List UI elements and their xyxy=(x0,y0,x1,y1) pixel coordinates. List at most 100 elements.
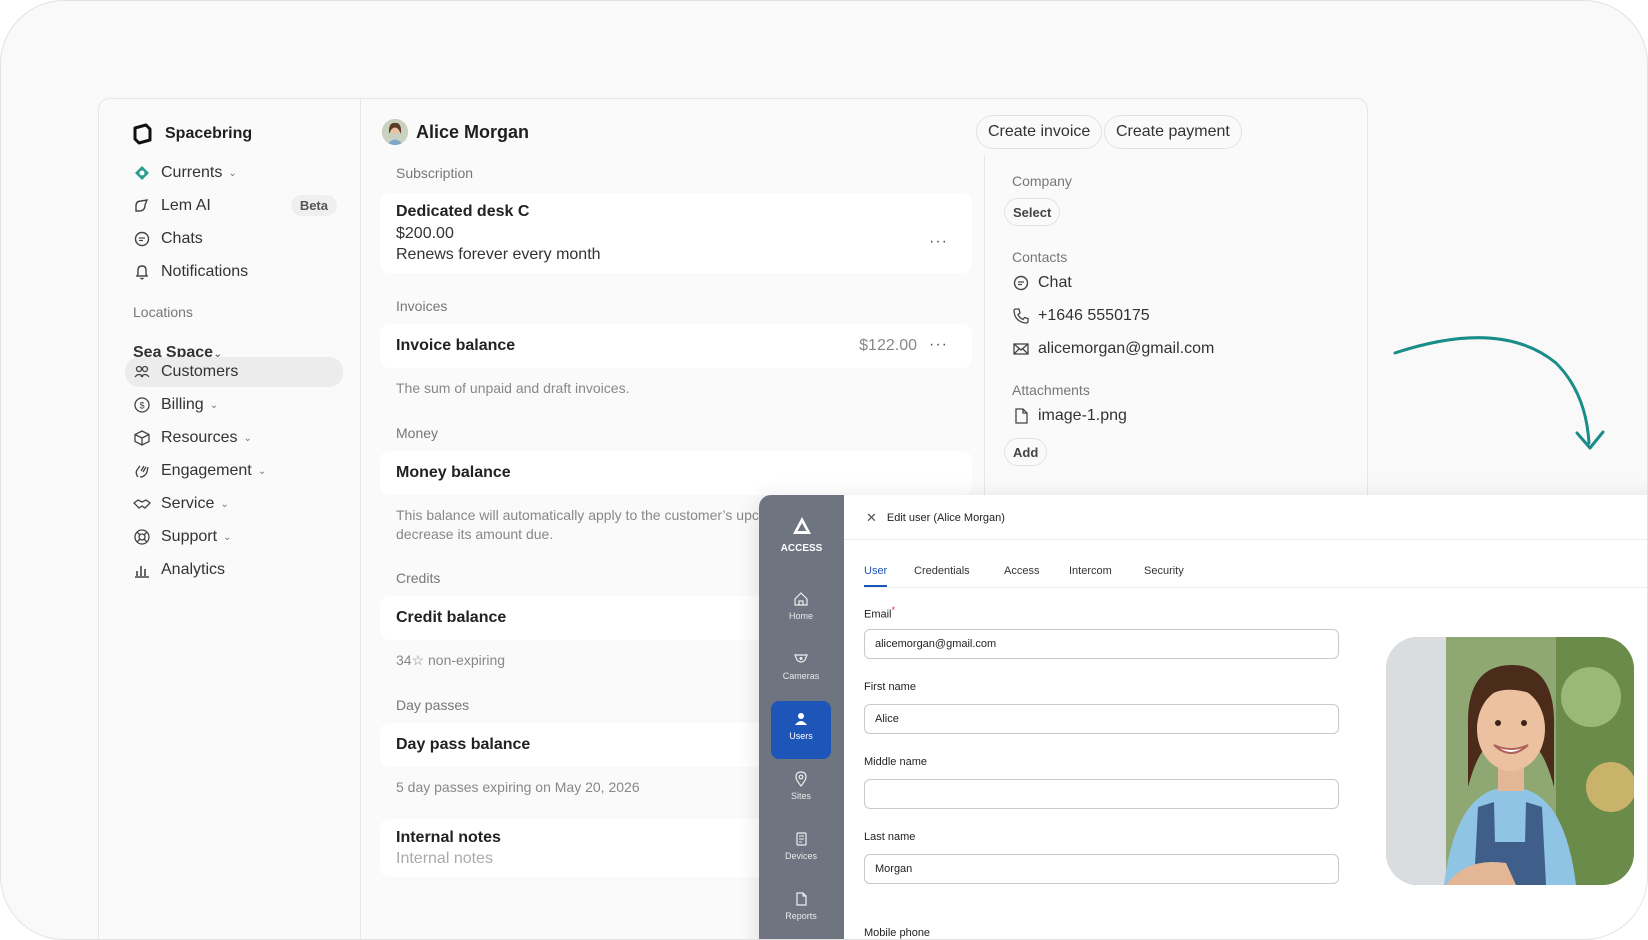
create-invoice-button[interactable]: Create invoice xyxy=(976,115,1103,149)
more-dots-icon[interactable]: ··· xyxy=(929,233,948,251)
close-icon[interactable]: ✕ xyxy=(866,510,877,526)
sidebar-item-label: Billing xyxy=(161,396,204,413)
access-nav-label: Home xyxy=(788,611,813,621)
first-name-field[interactable]: Alice xyxy=(864,704,1339,734)
email-label: Email* xyxy=(864,605,896,621)
home-icon xyxy=(794,592,808,606)
chat-bubble-icon xyxy=(1013,275,1029,291)
access-brand-name: ACCESS xyxy=(780,543,823,554)
access-nav-users[interactable]: Users xyxy=(771,701,831,759)
create-payment-button[interactable]: Create payment xyxy=(1104,115,1242,149)
customer-header: Alice Morgan xyxy=(382,119,529,145)
bell-icon xyxy=(135,265,149,280)
money-balance-card[interactable]: Money balance xyxy=(380,451,972,495)
sidebar-item-currents[interactable]: Currents ⌄ xyxy=(125,158,343,188)
subscription-renewal: Renews forever every month xyxy=(396,246,601,263)
tab-credentials[interactable]: Credentials xyxy=(914,565,970,585)
more-dots-icon[interactable]: ··· xyxy=(929,336,948,354)
access-nav-label: Cameras xyxy=(782,671,820,681)
contact-chat[interactable]: Chat xyxy=(1012,274,1072,292)
sidebar-item-label: Analytics xyxy=(161,561,226,578)
access-nav-reports[interactable]: Reports xyxy=(771,881,831,939)
invoice-balance-title: Invoice balance xyxy=(396,337,516,354)
company-select-button[interactable]: Select xyxy=(1004,198,1061,226)
invoices-label: Invoices xyxy=(396,298,448,314)
tab-divider xyxy=(864,587,1647,588)
subscription-label: Subscription xyxy=(396,165,474,181)
sidebar-item-engagement[interactable]: Engagement ⌄ xyxy=(125,456,343,486)
sidebar-item-support[interactable]: Support ⌄ xyxy=(125,522,343,552)
access-nav-label: Users xyxy=(789,731,813,741)
contact-email-value: alicemorgan@gmail.com xyxy=(1038,340,1215,357)
sidebar-item-label: Lem AI xyxy=(161,197,211,214)
access-nav-label: Reports xyxy=(785,911,817,921)
dollar-circle-icon: $ xyxy=(134,397,150,413)
map-pin-icon xyxy=(795,771,807,787)
internal-notes-input[interactable]: Internal notes xyxy=(396,850,493,868)
avatar xyxy=(382,119,408,145)
tab-intercom[interactable]: Intercom xyxy=(1069,565,1112,585)
profile-photo xyxy=(1386,637,1634,885)
credit-balance-title: Credit balance xyxy=(396,609,507,626)
sidebar-item-label: Currents xyxy=(161,164,223,181)
sidebar-item-notifications[interactable]: Notifications xyxy=(125,257,343,287)
tab-user[interactable]: User xyxy=(864,565,888,587)
sidebar-item-label: Resources xyxy=(161,429,238,446)
access-brand: ACCESS xyxy=(759,515,844,554)
sidebar-item-customers[interactable]: Customers xyxy=(125,357,343,387)
credits-label: Credits xyxy=(396,570,441,586)
sidebar-item-analytics[interactable]: Analytics xyxy=(125,555,343,585)
email-field[interactable]: alicemorgan@gmail.com xyxy=(864,629,1339,659)
add-attachment-button[interactable]: Add xyxy=(1004,438,1048,466)
contact-phone[interactable]: +1646 5550175 xyxy=(1012,307,1150,325)
chevron-down-icon: ⌄ xyxy=(228,167,237,179)
money-helper-line-2: decrease its amount due. xyxy=(396,526,554,542)
wave-hand-icon xyxy=(135,465,149,478)
sidebar-item-label: Support xyxy=(161,528,218,545)
contact-email[interactable]: alicemorgan@gmail.com xyxy=(1012,340,1214,358)
subscription-title: Dedicated desk C xyxy=(396,203,530,220)
tab-security[interactable]: Security xyxy=(1144,565,1184,585)
invoice-balance-amount: $122.00 xyxy=(859,337,917,354)
last-name-field[interactable]: Morgan xyxy=(864,854,1339,884)
brand-name: Spacebring xyxy=(165,125,253,142)
chevron-down-icon: ⌄ xyxy=(243,432,252,444)
chevron-down-icon: ⌄ xyxy=(220,498,229,510)
sidebar-item-lem-ai[interactable]: Lem AI Beta xyxy=(125,191,343,221)
subscription-price: $200.00 xyxy=(396,225,454,242)
mail-icon xyxy=(1013,343,1029,355)
access-nav-devices[interactable]: Devices xyxy=(771,821,831,879)
chat-bubble-icon xyxy=(134,231,150,247)
sidebar-item-chats[interactable]: Chats xyxy=(125,224,343,254)
access-nav-home[interactable]: Home xyxy=(771,581,831,639)
invoice-balance-card[interactable]: Invoice balance $122.00 ··· xyxy=(380,324,972,368)
sidebar-item-resources[interactable]: Resources ⌄ xyxy=(125,423,343,453)
edit-user-title: Edit user (Alice Morgan) xyxy=(886,512,1005,524)
access-nav-label: Devices xyxy=(784,851,817,861)
subscription-card[interactable]: Dedicated desk C $200.00 Renews forever … xyxy=(380,193,972,273)
contacts-label: Contacts xyxy=(1012,249,1068,265)
file-icon xyxy=(1015,408,1028,424)
attachments-label: Attachments xyxy=(1012,382,1090,398)
customer-name: Alice Morgan xyxy=(416,121,530,142)
sidebar-item-label: Engagement xyxy=(161,462,252,479)
cube-icon xyxy=(134,430,150,446)
access-nav-sites[interactable]: Sites xyxy=(771,761,831,819)
tab-access[interactable]: Access xyxy=(1004,565,1039,585)
attachment-file[interactable]: image-1.png xyxy=(1012,407,1127,425)
lifebuoy-icon xyxy=(134,529,150,545)
chevron-down-icon: ⌄ xyxy=(209,399,219,411)
sidebar-item-service[interactable]: Service ⌄ xyxy=(125,489,343,519)
money-label: Money xyxy=(396,425,439,441)
day-passes-label: Day passes xyxy=(396,697,470,713)
chevron-down-icon: ⌄ xyxy=(257,465,267,477)
sidebar-item-billing[interactable]: $ Billing ⌄ xyxy=(125,390,343,420)
phone-icon xyxy=(1013,308,1029,324)
middle-name-field[interactable] xyxy=(864,779,1339,809)
sidebar-item-label: Customers xyxy=(161,363,239,380)
beta-badge: Beta xyxy=(290,195,337,216)
access-nav-cameras[interactable]: Cameras xyxy=(771,641,831,699)
invoice-helper-text: The sum of unpaid and draft invoices. xyxy=(396,380,630,396)
sidebar-item-label: Notifications xyxy=(161,263,249,280)
company-label: Company xyxy=(1012,173,1072,189)
